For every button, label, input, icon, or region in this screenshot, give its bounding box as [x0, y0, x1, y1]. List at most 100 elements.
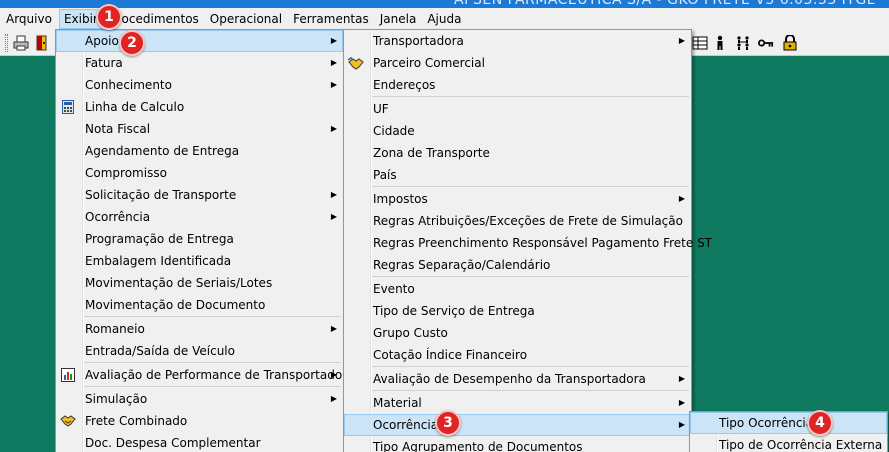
submenu-arrow-icon: ▶ — [678, 420, 685, 429]
menu-item-doc-despesa-complementar[interactable]: Doc. Despesa Complementar — [56, 432, 343, 452]
menu-item-tipo-ocorrencia[interactable]: Tipo Ocorrência — [690, 412, 887, 434]
submenu-arrow-icon: ▶ — [678, 398, 685, 407]
menu-item-label: Tipo de Serviço de Entrega — [373, 304, 535, 318]
menu-operacional[interactable]: Operacional — [206, 9, 286, 29]
menu-item-cotacao-indice[interactable]: Cotação Índice Financeiro — [344, 344, 691, 366]
menu-item-material[interactable]: Material ▶ — [344, 392, 691, 414]
menu-item-label: Evento — [373, 282, 415, 296]
group-users-icon[interactable] — [735, 35, 751, 51]
submenu-arrow-icon: ▶ — [678, 374, 685, 383]
submenu-arrow-icon: ▶ — [678, 194, 685, 203]
menu-item-cidade[interactable]: Cidade — [344, 120, 691, 142]
menu-item-tipo-ocorrencia-externa[interactable]: Tipo de Ocorrência Externa — [690, 434, 887, 452]
menu-item-label: Solicitação de Transporte — [85, 188, 237, 202]
menu-item-movimentacao-de-seriais-lotes[interactable]: Movimentação de Seriais/Lotes — [56, 272, 343, 294]
lock-icon[interactable] — [782, 35, 798, 51]
exibir-dropdown: Apoio ▶ Fatura ▶ Conhecimento ▶ Linha de Ca… — [55, 29, 354, 452]
toolbar-grip — [5, 34, 8, 52]
window-title: APSEN FARMACEUTICA S/A - GKO FRETE V3 6.… — [454, 0, 875, 8]
menu-item-agendamento-de-entrega[interactable]: Agendamento de Entrega — [56, 140, 343, 162]
menu-arquivo[interactable]: Arquivo — [2, 9, 56, 29]
menu-item-conhecimento[interactable]: Conhecimento ▶ — [56, 74, 343, 96]
menu-item-simulacao[interactable]: Simulação ▶ — [56, 388, 343, 410]
menu-item-embalagem-identificada[interactable]: Embalagem Identificada — [56, 250, 343, 272]
menu-item-label: Cidade — [373, 124, 415, 138]
menu-item-apoio[interactable]: Apoio ▶ — [56, 30, 343, 52]
menu-item-label: Linha de Calculo — [85, 100, 185, 114]
submenu-arrow-icon: ▶ — [330, 58, 337, 67]
handshake-icon — [348, 55, 364, 71]
menu-item-uf[interactable]: UF — [344, 98, 691, 120]
menu-item-tipo-agrupamento[interactable]: Tipo Agrupamento de Documentos — [344, 436, 691, 452]
person-icon[interactable] — [712, 35, 728, 51]
menu-item-nota-fiscal[interactable]: Nota Fiscal ▶ — [56, 118, 343, 140]
menu-item-ocorrencia-apoio[interactable]: Ocorrência ▶ — [344, 414, 691, 436]
menu-bar: Arquivo Exibir Procedimentos Operacional… — [0, 8, 889, 30]
submenu-arrow-icon: ▶ — [330, 324, 337, 333]
menu-item-transportadora[interactable]: Transportadora ▶ — [344, 30, 691, 52]
menu-item-label: Fatura — [85, 56, 123, 70]
submenu-arrow-icon: ▶ — [330, 124, 337, 133]
menu-item-evento[interactable]: Evento — [344, 278, 691, 300]
menu-item-linha-de-calculo[interactable]: Linha de Calculo — [56, 96, 343, 118]
menu-item-avaliacao-de-performance[interactable]: Avaliação de Performance de Transportado… — [56, 364, 354, 386]
submenu-arrow-icon: ▶ — [330, 80, 337, 89]
menu-item-label: Romaneio — [85, 322, 145, 336]
menu-ajuda[interactable]: Ajuda — [423, 9, 465, 29]
menu-item-label: Zona de Transporte — [373, 146, 490, 160]
menu-item-label: Agendamento de Entrega — [85, 144, 240, 158]
menu-item-label: Nota Fiscal — [85, 122, 151, 136]
report-chart-icon — [60, 367, 76, 383]
menu-item-frete-combinado[interactable]: Frete Combinado — [56, 410, 343, 432]
grid-report-icon[interactable] — [692, 35, 708, 51]
menu-item-movimentacao-de-documento[interactable]: Movimentação de Documento — [56, 294, 343, 316]
menu-item-label: Regras Separação/Calendário — [373, 258, 551, 272]
menu-item-label: Tipo Agrupamento de Documentos — [373, 440, 583, 452]
exit-door-icon[interactable] — [34, 35, 50, 51]
menu-item-zona-de-transporte[interactable]: Zona de Transporte — [344, 142, 691, 164]
menu-ferramentas[interactable]: Ferramentas — [289, 9, 373, 29]
menu-item-regras-atribuicoes[interactable]: Regras Atribuições/Exceções de Frete de … — [344, 210, 691, 232]
menu-item-regras-separacao[interactable]: Regras Separação/Calendário — [344, 254, 691, 276]
menu-item-label: Programação de Entrega — [85, 232, 234, 246]
menu-item-programacao-de-entrega[interactable]: Programação de Entrega — [56, 228, 343, 250]
menu-item-label: Tipo Ocorrência — [719, 416, 814, 430]
callout-badge-3: 3 — [435, 410, 461, 436]
menu-item-label: Simulação — [85, 392, 148, 406]
title-bar: APSEN FARMACEUTICA S/A - GKO FRETE V3 6.… — [0, 0, 889, 8]
menu-item-romaneio[interactable]: Romaneio ▶ — [56, 318, 343, 340]
print-icon[interactable] — [13, 35, 29, 51]
menu-item-label: Movimentação de Seriais/Lotes — [85, 276, 273, 290]
menu-item-tipo-de-servico[interactable]: Tipo de Serviço de Entrega — [344, 300, 691, 322]
menu-item-avaliacao-de-desempenho[interactable]: Avaliação de Desempenho da Transportador… — [344, 368, 691, 390]
menu-item-solicitacao-de-transporte[interactable]: Solicitação de Transporte ▶ — [56, 184, 343, 206]
menu-item-label: Cotação Índice Financeiro — [373, 348, 528, 362]
menu-item-label: Frete Combinado — [85, 414, 188, 428]
key-icon[interactable] — [758, 35, 774, 51]
menu-item-compromisso[interactable]: Compromisso — [56, 162, 343, 184]
menu-janela[interactable]: Janela — [376, 9, 421, 29]
menu-item-fatura[interactable]: Fatura ▶ — [56, 52, 343, 74]
menu-item-pais[interactable]: País — [344, 164, 691, 186]
menu-item-label: Avaliação de Desempenho da Transportador… — [373, 372, 646, 386]
menu-item-parceiro-comercial[interactable]: Parceiro Comercial — [344, 52, 691, 74]
menu-item-label: Impostos — [373, 192, 428, 206]
menu-item-enderecos[interactable]: Endereços — [344, 74, 691, 96]
menu-item-ocorrencia[interactable]: Ocorrência ▶ — [56, 206, 343, 228]
menu-item-impostos[interactable]: Impostos ▶ — [344, 188, 691, 210]
submenu-arrow-icon: ▶ — [330, 190, 337, 199]
menu-item-label: Material — [373, 396, 422, 410]
menu-item-label: Compromisso — [85, 166, 167, 180]
menu-item-label: Transportadora — [373, 34, 464, 48]
menu-item-entrada-saida-de-veiculo[interactable]: Entrada/Saída de Veículo — [56, 340, 343, 362]
menu-item-label: Regras Atribuições/Exceções de Frete de … — [373, 214, 683, 228]
menu-item-label: Ocorrência — [85, 210, 151, 224]
menu-item-regras-preenchimento[interactable]: Regras Preenchimento Responsável Pagamen… — [344, 232, 712, 254]
submenu-arrow-icon: ▶ — [330, 394, 337, 403]
menu-item-label: Conhecimento — [85, 78, 172, 92]
submenu-arrow-icon: ▶ — [330, 212, 337, 221]
menu-item-label: Ocorrência — [373, 418, 439, 432]
callout-badge-4: 4 — [807, 410, 833, 436]
menu-item-label: Parceiro Comercial — [373, 56, 485, 70]
menu-item-grupo-custo[interactable]: Grupo Custo — [344, 322, 691, 344]
